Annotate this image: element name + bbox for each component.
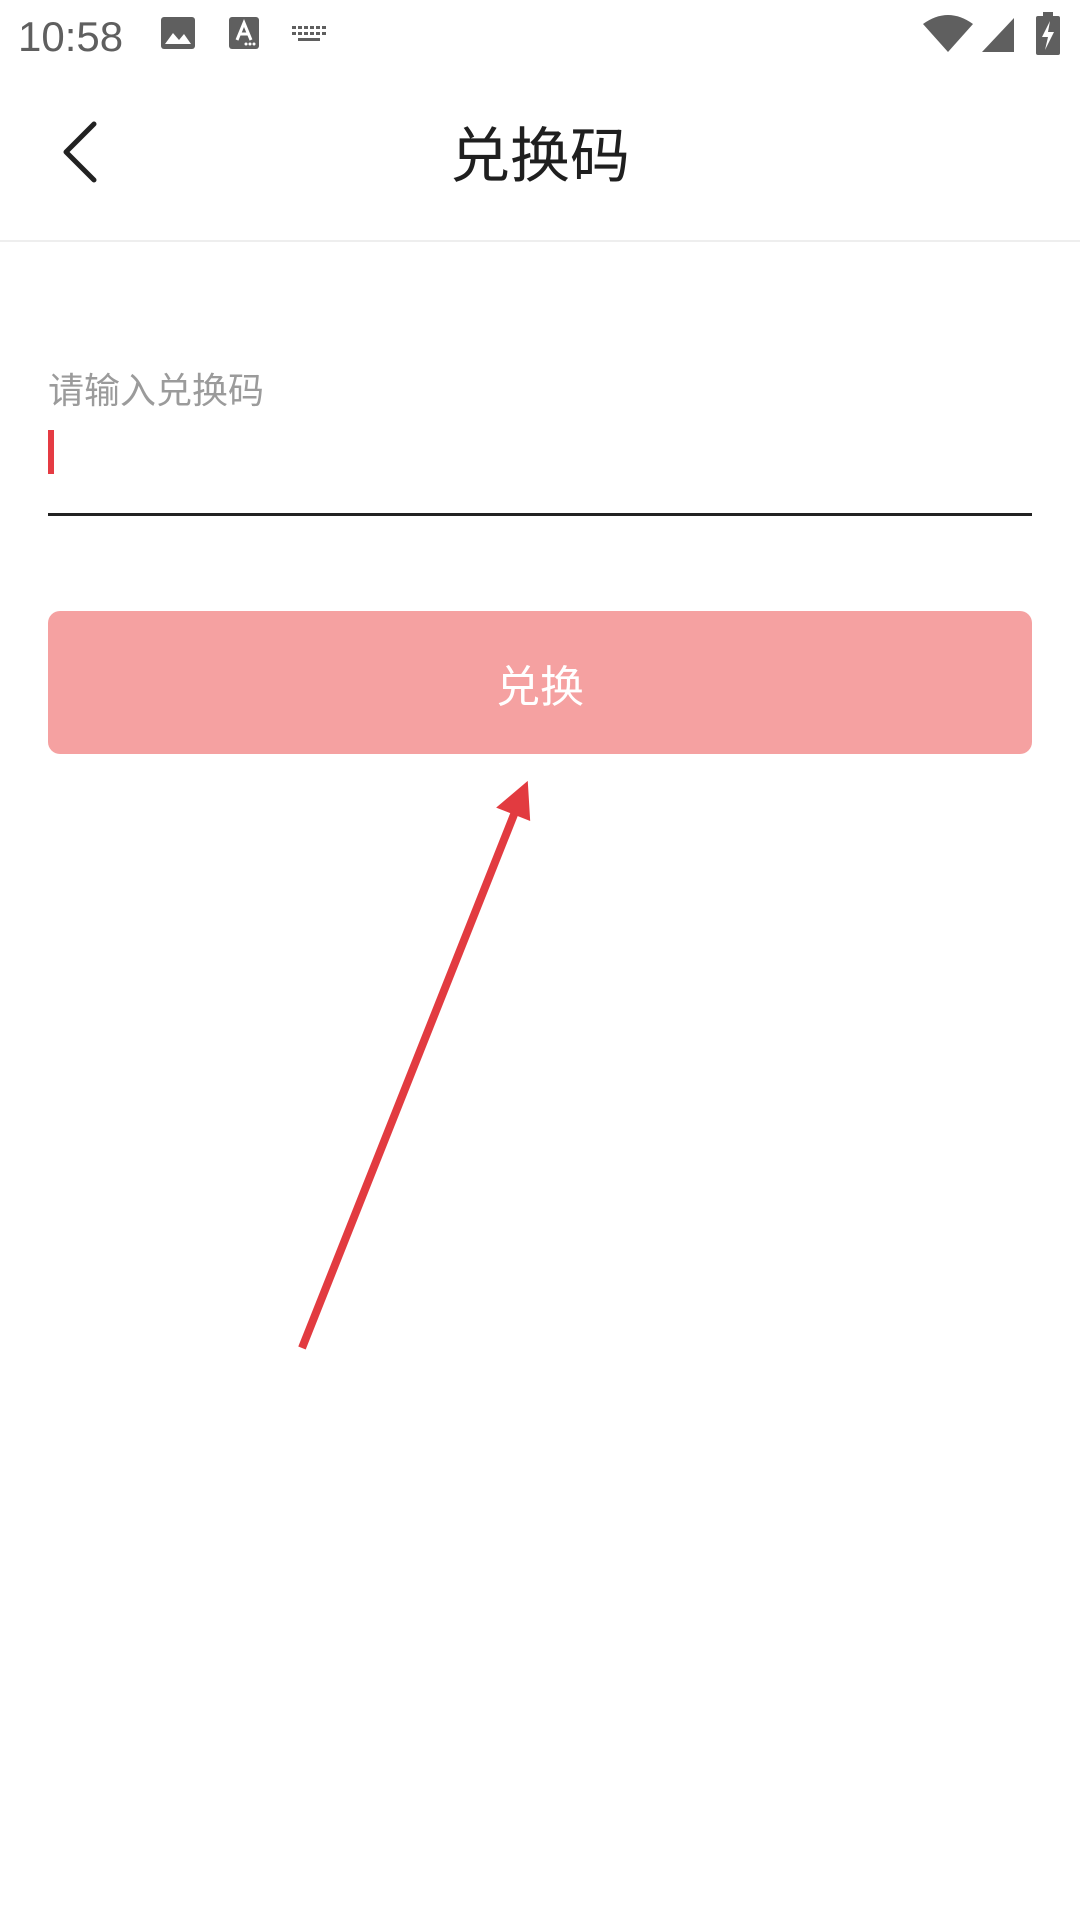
chevron-left-icon [63,121,97,183]
battery-charging-icon [1036,12,1060,55]
redeem-form: 请输入兑换码 [48,350,1032,516]
a-notification-icon [229,17,259,49]
redeem-code-screen: 10:58 兑换码 请输入兑换码 兑换 [0,0,1080,1920]
wifi-icon [923,15,973,52]
app-bar: 兑换码 [0,74,1080,242]
page-title: 兑换码 [450,122,630,192]
redeem-code-input[interactable]: 请输入兑换码 [48,350,1032,516]
cellular-signal-icon [982,18,1014,52]
text-cursor [48,430,54,474]
redeem-button[interactable]: 兑换 [48,611,1032,754]
annotation-arrow [298,780,531,1350]
status-time: 10:58 [18,13,124,60]
code-input-placeholder: 请输入兑换码 [48,371,265,412]
back-button[interactable] [40,112,120,192]
status-bar: 10:58 [0,0,1080,74]
keyboard-icon [292,26,326,41]
image-notification-icon [161,17,195,49]
